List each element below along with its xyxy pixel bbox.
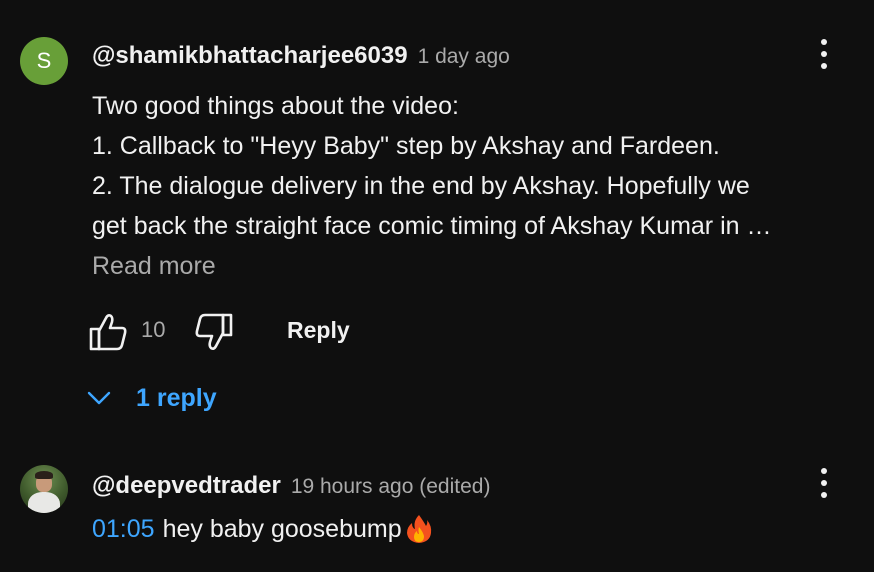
thumbs-up-icon[interactable] xyxy=(88,312,128,352)
read-more-button[interactable]: Read more xyxy=(92,252,216,281)
avatar[interactable] xyxy=(20,465,68,513)
avatar[interactable]: S xyxy=(20,37,68,85)
comment-header: @shamikbhattacharjee6039 1 day ago xyxy=(92,42,510,70)
thumbs-down-icon[interactable] xyxy=(194,312,234,352)
comment-time[interactable]: 19 hours ago (edited) xyxy=(291,475,491,499)
view-replies-button[interactable]: 1 reply xyxy=(86,378,217,418)
comment-thread: S @shamikbhattacharjee6039 1 day ago Two… xyxy=(0,0,874,440)
reply-button[interactable]: Reply xyxy=(287,317,350,344)
comment-actions: 10 Reply xyxy=(0,308,874,352)
comment-line: hey baby goosebump xyxy=(162,515,402,543)
more-vert-icon[interactable] xyxy=(812,36,836,72)
fire-emoji xyxy=(406,514,432,544)
comment-line: 2. The dialogue delivery in the end by A… xyxy=(92,172,750,200)
comment-text: Two good things about the video: 1. Call… xyxy=(92,86,852,246)
timestamp-link[interactable]: 01:05 xyxy=(92,509,155,549)
comment-line: 1. Callback to "Heyy Baby" step by Aksha… xyxy=(92,132,720,160)
comment-header: @deepvedtrader 19 hours ago (edited) xyxy=(92,472,490,500)
chevron-down-icon xyxy=(87,391,111,405)
like-count: 10 xyxy=(141,317,166,342)
comment-author[interactable]: @shamikbhattacharjee6039 xyxy=(92,42,408,70)
comment-line: Two good things about the video: xyxy=(92,92,459,120)
replies-count: 1 reply xyxy=(136,383,217,412)
comment-line: get back the straight face comic timing … xyxy=(92,212,772,240)
comment-time[interactable]: 1 day ago xyxy=(418,45,510,69)
comment-author[interactable]: @deepvedtrader xyxy=(92,472,281,500)
avatar-letter: S xyxy=(36,48,52,73)
more-vert-icon[interactable] xyxy=(812,465,836,501)
comment-text: 01:05 hey baby goosebump xyxy=(92,509,432,549)
